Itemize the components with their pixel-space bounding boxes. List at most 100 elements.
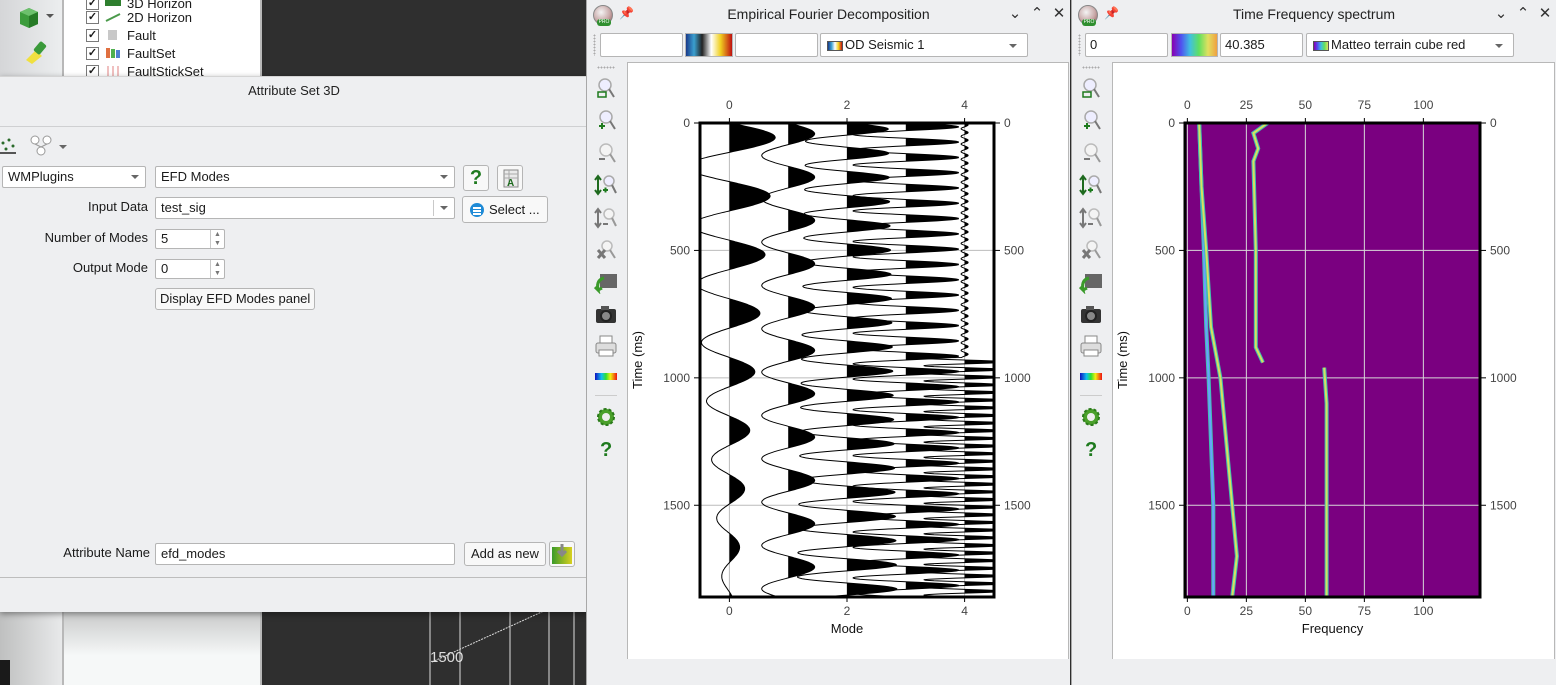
select-input-button[interactable]: Select ...: [462, 196, 548, 223]
colorbar[interactable]: [685, 33, 733, 57]
toolbar-grip[interactable]: [597, 66, 615, 69]
output-mode-spinbox[interactable]: 0 ▲ ▼: [155, 259, 225, 279]
colortable-swatch-icon: [827, 41, 843, 51]
flip-view-icon[interactable]: [594, 270, 618, 294]
zoom-rectangle-icon[interactable]: [1079, 76, 1103, 100]
chevron-down-icon[interactable]: [46, 14, 54, 18]
y-tick-label-right: 0: [1490, 116, 1497, 130]
add-as-new-button[interactable]: Add as new: [464, 542, 546, 566]
spin-arrows-icon[interactable]: ▲ ▼: [210, 260, 224, 278]
x-tick-label-top: 0: [726, 98, 733, 112]
cancel-zoom-icon[interactable]: [1079, 238, 1103, 262]
light-icon[interactable]: [22, 38, 48, 64]
x-axis-label: Frequency: [1302, 621, 1364, 636]
colortable-select[interactable]: Matteo terrain cube red: [1306, 33, 1514, 57]
close-button[interactable]: ✕: [1050, 4, 1068, 22]
tree-item[interactable]: ✓ 2D Horizon: [86, 8, 192, 26]
tf-plot-canvas[interactable]: 0 0 25 25 50 50 75 75 100 100 0 0 500 500 1000 1000 1500…: [1112, 62, 1555, 660]
settings-icon[interactable]: [594, 405, 618, 429]
zoom-out-icon[interactable]: [594, 141, 618, 165]
scene-depth-label: 1500: [430, 649, 464, 666]
vertical-zoom-in-icon[interactable]: [594, 173, 618, 197]
vertical-zoom-in-icon[interactable]: [1079, 173, 1103, 197]
vertical-zoom-out-icon[interactable]: [594, 206, 618, 230]
chevron-down-icon: [1009, 44, 1017, 48]
attribute-network-icon[interactable]: [0, 135, 18, 157]
tree-item[interactable]: ✓ FaultSet: [86, 44, 175, 62]
help-button[interactable]: ?: [463, 165, 489, 191]
close-button[interactable]: ✕: [1536, 4, 1554, 22]
divider: [0, 577, 588, 578]
help-icon[interactable]: ?: [1079, 436, 1103, 460]
chevron-down-icon[interactable]: [59, 145, 67, 149]
num-modes-label: Number of Modes: [44, 230, 148, 245]
save-attribute-button[interactable]: [549, 541, 575, 567]
attribute-info-button[interactable]: A: [497, 165, 523, 191]
window-titlebar[interactable]: PRO 📌 Empirical Fourier Decomposition ⌄ …: [587, 0, 1070, 28]
horizon-2d-icon: [105, 11, 121, 23]
checkbox[interactable]: ✓: [86, 28, 99, 42]
list-icon: [470, 203, 484, 217]
cancel-zoom-icon[interactable]: [594, 238, 618, 262]
maximize-button[interactable]: ⌃: [1514, 4, 1532, 22]
horizon-3d-icon: [105, 0, 121, 6]
clip-min-input[interactable]: 0: [1085, 33, 1168, 57]
attribute-tree-icon[interactable]: [28, 135, 54, 157]
y-tick-label-left: 0: [683, 116, 690, 130]
minimize-button[interactable]: ⌄: [1006, 4, 1024, 22]
help-icon[interactable]: ?: [594, 436, 618, 460]
zoom-in-icon[interactable]: [1079, 108, 1103, 132]
num-modes-spinbox[interactable]: 5 ▲ ▼: [155, 229, 225, 249]
efd-plot-canvas[interactable]: 0 0 2 2 4 4 0 0 500 500 1000 1000 1500 1500 Mode Time (…: [627, 62, 1069, 660]
attribute-group-select[interactable]: WMPlugins: [2, 166, 146, 188]
checkbox[interactable]: ✓: [86, 10, 99, 24]
y-tick-label-right: 1000: [1004, 371, 1031, 385]
x-tick-label-top: 50: [1299, 98, 1313, 112]
clip-min-input[interactable]: [600, 33, 683, 57]
colortable-select[interactable]: OD Seismic 1: [820, 33, 1028, 57]
taskbar-edge: [0, 660, 10, 685]
divider: [1080, 395, 1102, 396]
zoom-in-icon[interactable]: [594, 108, 618, 132]
toolbar-grip[interactable]: [1082, 66, 1100, 69]
y-tick-label-right: 1000: [1490, 371, 1517, 385]
display-efd-panel-button[interactable]: Display EFD Modes panel: [155, 288, 316, 310]
x-tick-label-bottom: 4: [961, 604, 968, 618]
zoom-out-icon[interactable]: [1079, 141, 1103, 165]
tree-item[interactable]: ✓ Fault: [86, 26, 156, 44]
colorbar[interactable]: [1171, 33, 1218, 57]
toolbar-grip[interactable]: [593, 34, 596, 56]
y-tick-label-right: 1500: [1004, 498, 1031, 512]
attribute-name-label: Attribute Name: [63, 545, 150, 560]
dialog-title: Attribute Set 3D: [248, 83, 340, 98]
minimize-button[interactable]: ⌄: [1492, 4, 1510, 22]
tf-chart[interactable]: 002525505075751001000 0500 5001000 10001500…: [1113, 63, 1556, 661]
attribute-type-select[interactable]: EFD Modes: [155, 166, 455, 188]
svg-text:?: ?: [1085, 439, 1097, 460]
x-tick-label-bottom: 50: [1299, 604, 1313, 618]
y-tick-label-left: 1500: [1148, 498, 1175, 512]
vertical-zoom-out-icon[interactable]: [1079, 206, 1103, 230]
status-bar: [587, 659, 1070, 685]
print-icon[interactable]: [1079, 334, 1103, 358]
snapshot-icon[interactable]: [1079, 302, 1103, 326]
snapshot-icon[interactable]: [594, 302, 618, 326]
cube-icon[interactable]: [18, 6, 40, 30]
clip-max-input[interactable]: 40.385: [1220, 33, 1303, 57]
attribute-name-input[interactable]: efd_modes: [155, 543, 455, 565]
toolbar-grip[interactable]: [1078, 34, 1081, 56]
settings-icon[interactable]: [1079, 405, 1103, 429]
checkbox[interactable]: ✓: [86, 46, 99, 60]
flip-view-icon[interactable]: [1079, 270, 1103, 294]
print-icon[interactable]: [594, 334, 618, 358]
zoom-rectangle-icon[interactable]: [594, 76, 618, 100]
efd-chart[interactable]: 0 0 2 2 4 4 0 0 500 500 1000 1000 1500 1500 Mode Time (…: [628, 63, 1070, 661]
window-titlebar[interactable]: PRO 📌 Time Frequency spectrum ⌄ ⌃ ✕: [1072, 0, 1556, 28]
maximize-button[interactable]: ⌃: [1028, 4, 1046, 22]
clip-max-input[interactable]: [735, 33, 818, 57]
input-data-select[interactable]: test_sig: [155, 197, 455, 219]
faultset-icon: [105, 47, 121, 59]
colortable-icon[interactable]: [1079, 365, 1103, 389]
spin-arrows-icon[interactable]: ▲ ▼: [210, 230, 224, 248]
colortable-icon[interactable]: [594, 365, 618, 389]
